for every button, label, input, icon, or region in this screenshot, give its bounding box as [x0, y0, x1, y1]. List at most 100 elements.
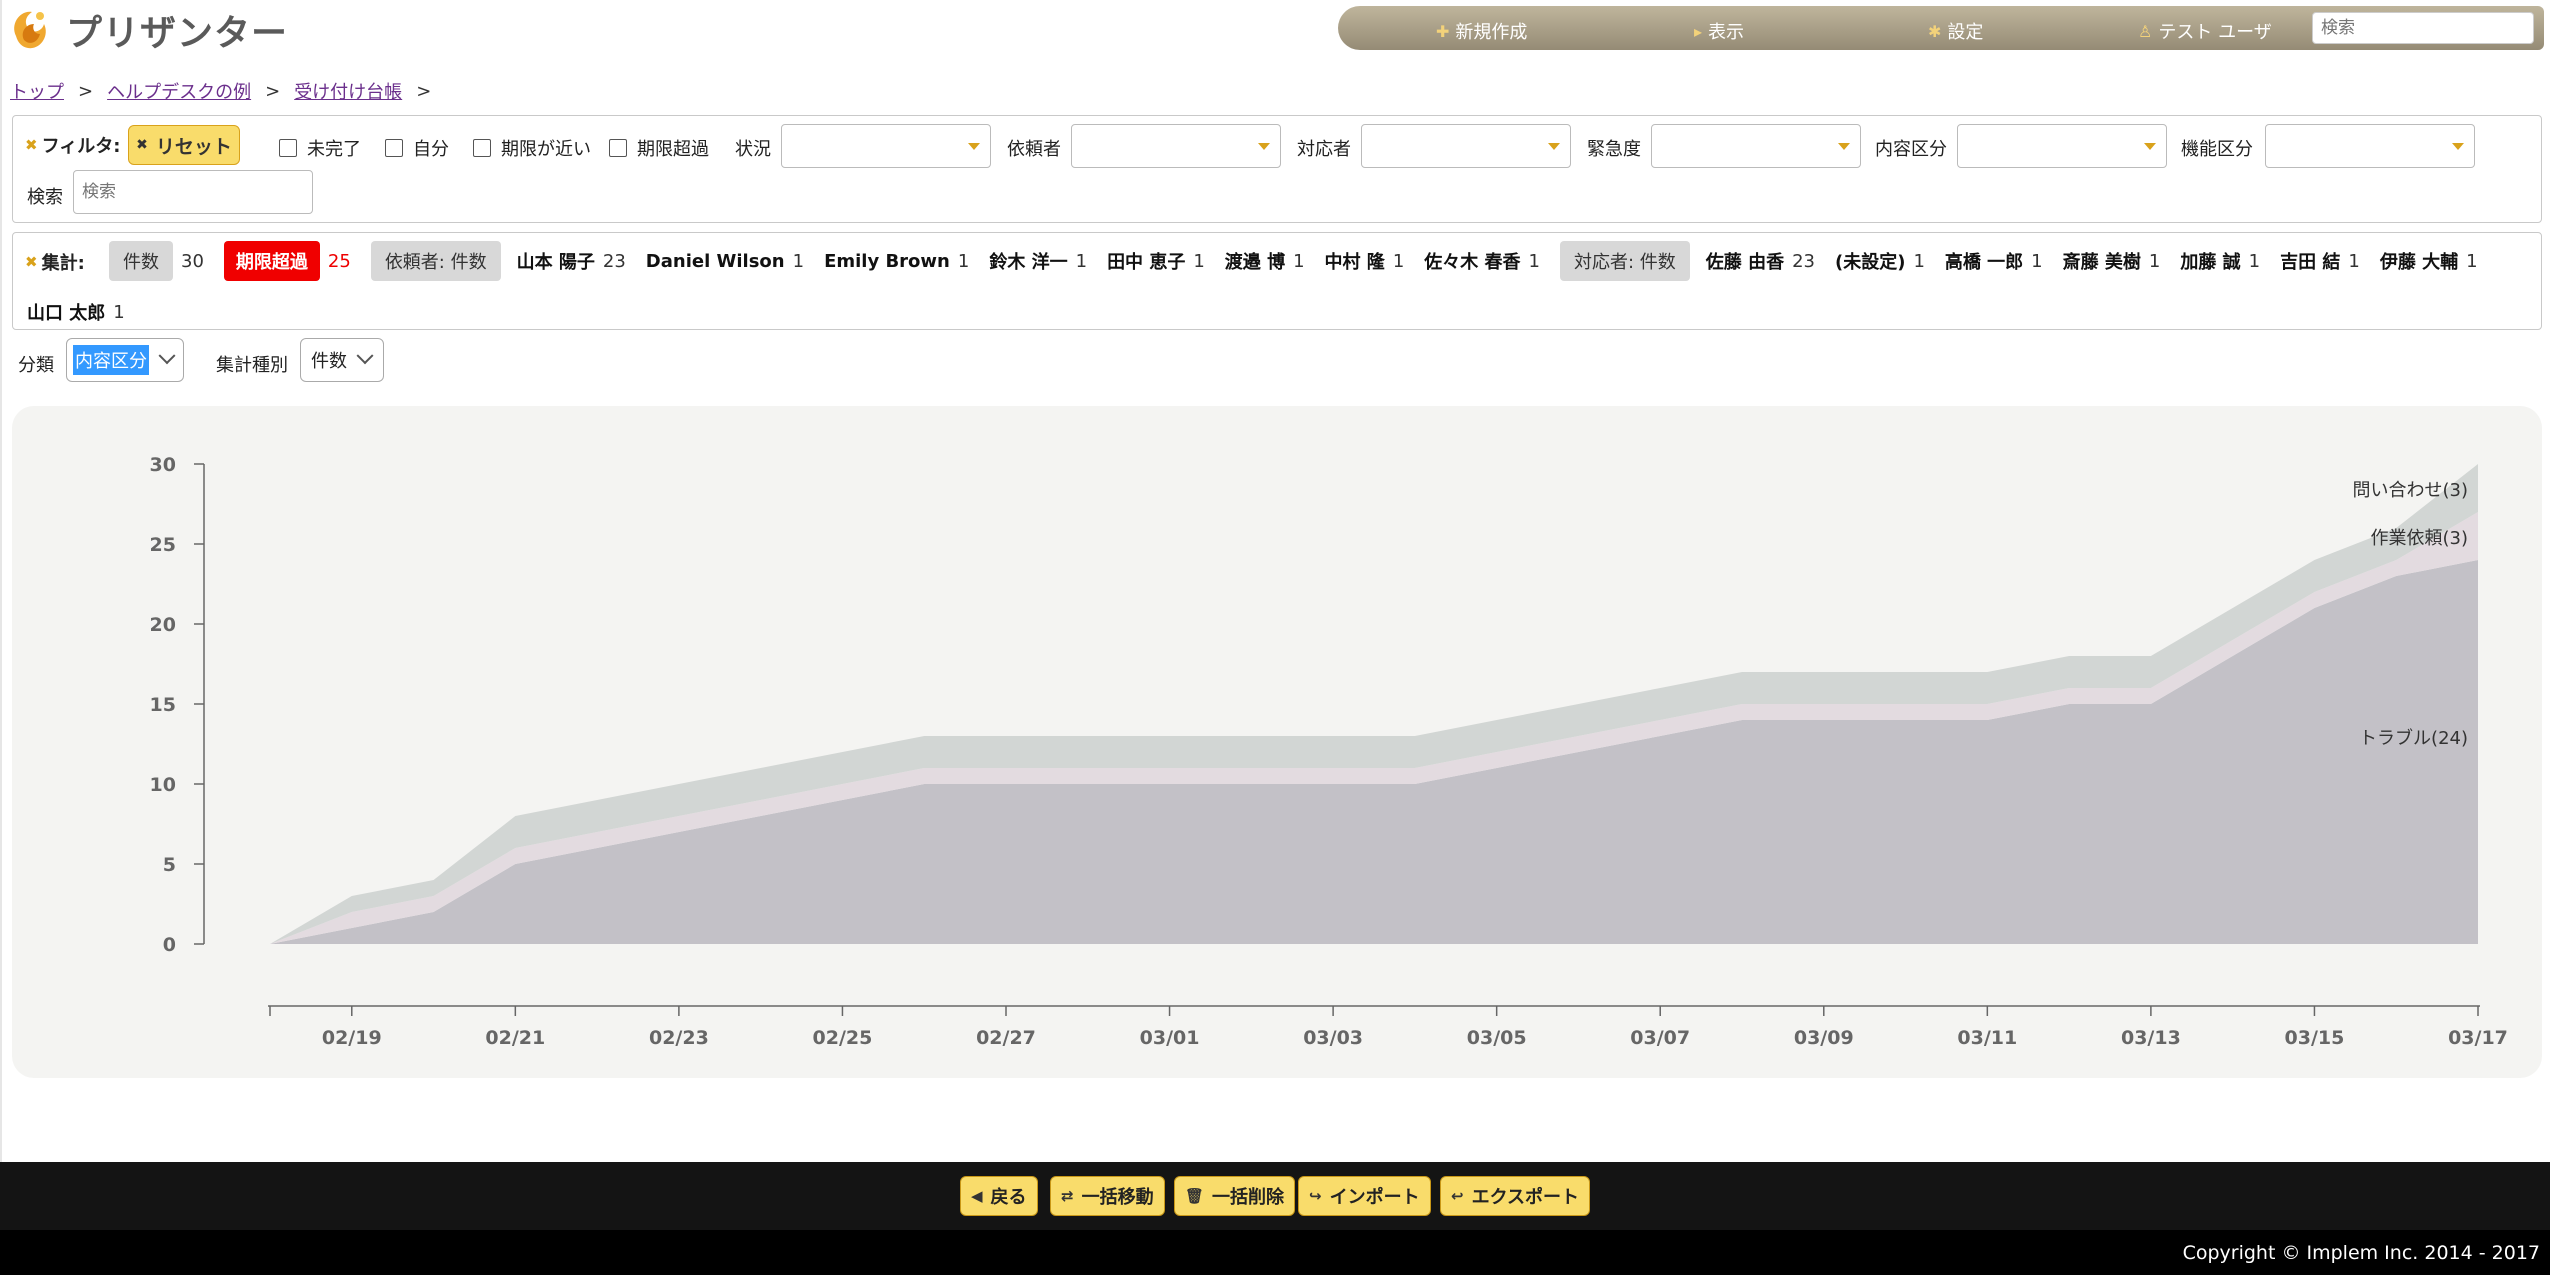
requester-count: 1 — [1193, 250, 1205, 272]
app-logo[interactable]: プリザンター — [6, 6, 288, 54]
x-tick-label: 02/19 — [322, 1027, 382, 1049]
settings-menu[interactable]: ✱ 設定 — [1928, 18, 1983, 44]
summary-toggle[interactable]: ✖ 集計: — [25, 249, 85, 275]
checkbox-box — [609, 139, 627, 157]
checkbox-label: 自分 — [413, 139, 449, 160]
reset-button[interactable]: ✖ リセット — [128, 125, 240, 165]
breadcrumb-sep: > — [416, 80, 432, 102]
assignee-filter-select[interactable] — [1361, 124, 1571, 168]
filter-self-checkbox[interactable]: 自分 — [385, 135, 449, 161]
triangle-right-icon: ▸ — [1694, 21, 1703, 41]
requester-count: 1 — [1392, 250, 1405, 272]
breadcrumb-reception[interactable]: 受け付け台帳 — [294, 78, 402, 104]
bulk-move-button[interactable]: ⇄ 一括移動 — [1050, 1176, 1165, 1216]
nav-search-input[interactable] — [2312, 12, 2534, 44]
assignee-name: 吉田 結 — [2280, 252, 2341, 273]
series-label-0: トラブル(24) — [2359, 727, 2468, 749]
export-button[interactable]: ↩ エクスポート — [1440, 1176, 1591, 1216]
filter-panel: ✖ フィルタ: ✖ リセット 未完了 自分 期限が近い 期限超過 状況 依頼者 … — [12, 115, 2542, 223]
assignee-count: 1 — [2466, 250, 2478, 272]
bulk-delete-label: 一括削除 — [1212, 1187, 1285, 1208]
assignee-count: 23 — [1792, 250, 1815, 272]
x-tick-label: 02/25 — [813, 1027, 873, 1049]
filter-label: フィルタ: — [41, 136, 121, 157]
back-button[interactable]: ◀ 戻る — [960, 1176, 1038, 1216]
x-tick-label: 03/05 — [1467, 1027, 1527, 1049]
summary-row-2: 山口 太郎 1 — [27, 299, 145, 325]
new-button[interactable]: ✚ 新規作成 — [1436, 18, 1527, 44]
view-label: 表示 — [1708, 22, 1745, 43]
aggregate-type-value: 件数 — [311, 351, 347, 372]
dropdown-caret-icon — [1838, 143, 1850, 150]
x-tick-label: 02/27 — [976, 1027, 1036, 1049]
x-tick-label: 03/07 — [1630, 1027, 1690, 1049]
dropdown-caret-icon — [2452, 143, 2464, 150]
requester-count: 1 — [792, 250, 805, 272]
export-label: エクスポート — [1471, 1187, 1580, 1208]
import-label: インポート — [1329, 1187, 1420, 1208]
x-tick-label: 03/11 — [1957, 1027, 2017, 1049]
top-nav: ✚ 新規作成 ▸ 表示 ✱ 設定 ♙ テスト ユーザ — [1338, 6, 2544, 50]
checkbox-label: 期限超過 — [637, 139, 709, 160]
settings-label: 設定 — [1947, 22, 1984, 43]
search-label: 検索 — [27, 187, 63, 208]
dropdown-caret-icon — [1548, 143, 1560, 150]
overdue-tag: 期限超過 — [223, 241, 320, 281]
footer: Copyright © Implem Inc. 2014 - 2017 — [0, 1230, 2550, 1275]
bulk-delete-button[interactable]: 🗑 一括削除 — [1174, 1176, 1296, 1216]
requester-name: 田中 恵子 — [1107, 252, 1186, 273]
requester-name: Daniel Wilson — [645, 250, 785, 272]
breadcrumb-sep: > — [78, 80, 94, 102]
status-filter-label: 状況 — [735, 139, 771, 160]
aggregate-type-label: 集計種別 — [216, 355, 288, 376]
left-border — [0, 0, 2, 1162]
y-tick-label: 5 — [163, 854, 176, 876]
y-tick-label: 15 — [150, 694, 176, 716]
status-filter-select[interactable] — [781, 124, 991, 168]
category-select[interactable]: 内容区分 — [66, 338, 184, 382]
requester-filter-select[interactable] — [1071, 124, 1281, 168]
view-menu[interactable]: ▸ 表示 — [1694, 18, 1744, 44]
x-tick-label: 03/09 — [1794, 1027, 1854, 1049]
series-label-2: 問い合わせ(3) — [2353, 480, 2469, 501]
bulk-move-label: 一括移動 — [1081, 1187, 1154, 1208]
aggregate-type-select[interactable]: 件数 — [300, 338, 384, 382]
feature-type-filter-select[interactable] — [2265, 124, 2475, 168]
filter-overdue-checkbox[interactable]: 期限超過 — [609, 135, 709, 161]
plus-icon: ✚ — [1436, 21, 1450, 41]
checkbox-box — [473, 139, 491, 157]
assignee-count: 1 — [2031, 250, 2043, 272]
assignee-count: 1 — [2148, 250, 2161, 272]
import-button[interactable]: ↪ インポート — [1298, 1176, 1431, 1216]
reset-label: リセット — [155, 135, 232, 158]
summary-panel: ✖ 集計: 件数 30 期限超過 25 依頼者: 件数 山本 陽子 23 Dani… — [12, 232, 2542, 330]
bottom-toolbar: ◀ 戻る ⇄ 一括移動 🗑 一括削除 ↪ インポート ↩ エクスポート — [0, 1162, 2550, 1230]
content-type-filter-label: 内容区分 — [1875, 139, 1947, 160]
breadcrumb-top[interactable]: トップ — [10, 78, 64, 104]
content-type-filter-select[interactable] — [1957, 124, 2167, 168]
assignee-name: (未設定) — [1834, 252, 1906, 273]
assignee-count-tag: 対応者: 件数 — [1560, 241, 1690, 281]
x-tick-label: 02/21 — [485, 1027, 545, 1049]
assignee-count: 1 — [2248, 250, 2261, 272]
dropdown-caret-icon — [968, 143, 980, 150]
filter-search-input[interactable] — [73, 170, 313, 214]
x-tick-label: 03/15 — [2285, 1027, 2345, 1049]
x-tick-label: 03/17 — [2448, 1027, 2508, 1049]
close-icon: ✖ — [136, 137, 148, 153]
summary-row-1: 件数 30 期限超過 25 依頼者: 件数 山本 陽子 23 Daniel Wil… — [109, 241, 2498, 281]
filter-toggle[interactable]: ✖ フィルタ: — [25, 132, 120, 158]
user-menu[interactable]: ♙ テスト ユーザ — [2138, 18, 2272, 44]
urgency-filter-select[interactable] — [1651, 124, 1861, 168]
requester-name: 佐々木 春香 — [1424, 252, 1521, 273]
filter-near-deadline-checkbox[interactable]: 期限が近い — [473, 135, 591, 161]
requester-count: 1 — [1528, 250, 1540, 272]
filter-incomplete-checkbox[interactable]: 未完了 — [279, 135, 361, 161]
user-icon: ♙ — [2138, 21, 2153, 41]
assignee-name: 山口 太郎 — [27, 303, 106, 324]
breadcrumb-helpdesk[interactable]: ヘルプデスクの例 — [107, 78, 251, 104]
x-tick-label: 03/03 — [1303, 1027, 1363, 1049]
back-label: 戻る — [990, 1187, 1027, 1208]
checkbox-label: 未完了 — [307, 139, 361, 160]
assignee-filter-label: 対応者 — [1297, 139, 1351, 160]
